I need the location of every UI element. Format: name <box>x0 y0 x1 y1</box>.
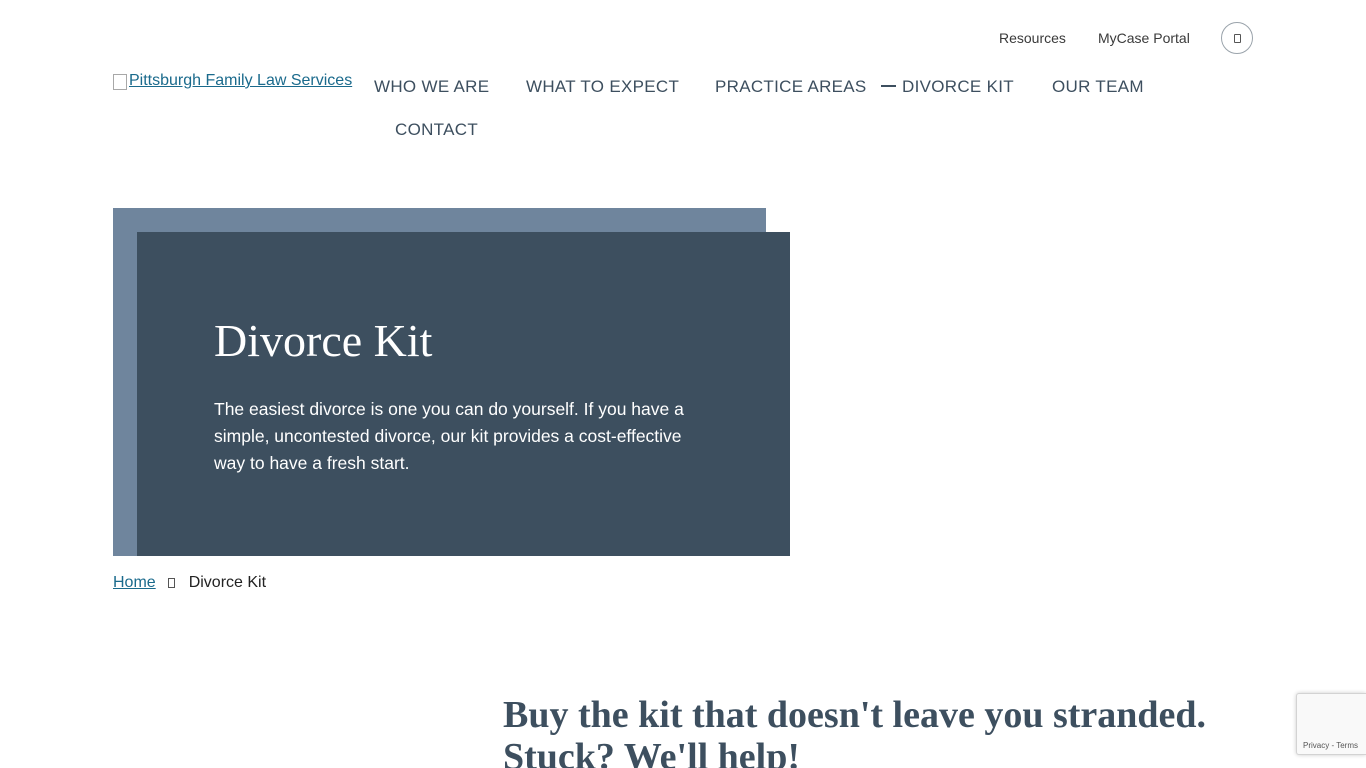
nav-divorce-kit-label: DIVORCE KIT <box>902 77 1014 96</box>
recaptcha-terms-link[interactable]: Terms <box>1336 741 1358 750</box>
logo-alt-text: Pittsburgh Family Law Services <box>129 72 353 89</box>
broken-image-icon <box>113 74 127 90</box>
hero-front-panel <box>137 232 790 556</box>
breadcrumb-current: Divorce Kit <box>188 574 267 591</box>
hero-description: The easiest divorce is one you can do yo… <box>214 399 684 473</box>
nav-our-team[interactable]: OUR TEAM <box>1052 77 1144 97</box>
breadcrumb: Home Divorce Kit <box>113 574 266 592</box>
nav-contact[interactable]: CONTACT <box>395 120 478 140</box>
resources-link[interactable]: Resources <box>999 30 1066 46</box>
recaptcha-links: Privacy - Terms <box>1303 741 1358 750</box>
search-button[interactable] <box>1221 22 1253 54</box>
breadcrumb-home-link[interactable]: Home <box>113 574 156 592</box>
recaptcha-privacy-link[interactable]: Privacy <box>1303 741 1329 750</box>
nav-who-we-are[interactable]: WHO WE ARE <box>374 77 489 97</box>
recaptcha-badge[interactable]: Privacy - Terms <box>1296 693 1366 755</box>
nav-practice-areas[interactable]: PRACTICE AREAS <box>715 77 867 97</box>
site-logo[interactable]: Pittsburgh Family Law Services <box>113 72 352 90</box>
nav-divorce-kit[interactable]: DIVORCE KIT <box>881 77 1014 97</box>
promo-heading: Buy the kit that doesn't leave you stran… <box>503 694 1207 768</box>
chevron-right-icon <box>167 578 175 588</box>
page-title: Divorce Kit <box>214 315 433 366</box>
active-indicator <box>881 84 896 87</box>
nav-what-to-expect[interactable]: WHAT TO EXPECT <box>526 77 679 97</box>
search-icon <box>1233 33 1241 43</box>
utility-nav: Resources MyCase Portal <box>0 22 1366 54</box>
mycase-portal-link[interactable]: MyCase Portal <box>1098 30 1190 46</box>
